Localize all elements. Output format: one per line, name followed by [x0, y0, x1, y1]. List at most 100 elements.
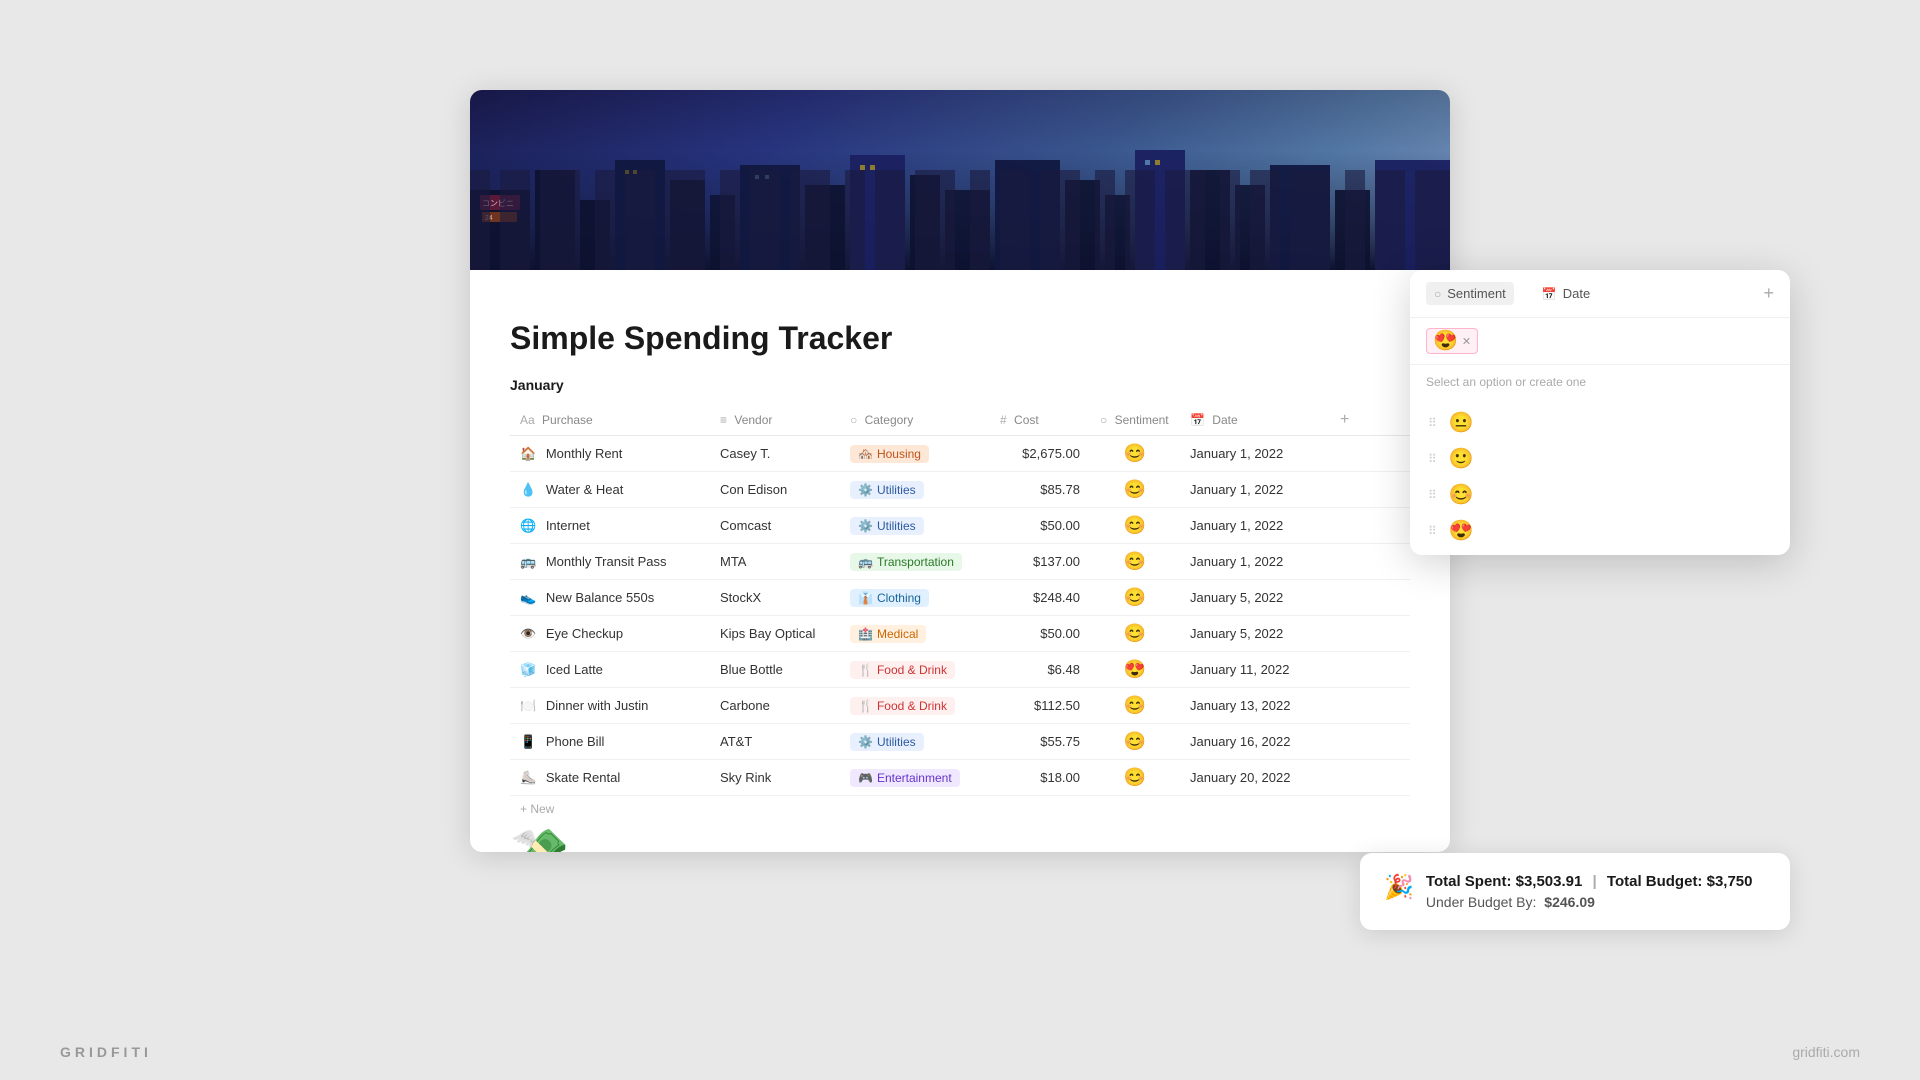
cell-category[interactable]: ⚙️ Utilities: [840, 472, 990, 508]
page-content: Simple Spending Tracker January Aa Purch…: [470, 270, 1450, 852]
popup-header: ○ Sentiment 📅 Date +: [1410, 270, 1790, 318]
date-tab-icon: 📅: [1542, 287, 1557, 301]
cell-category[interactable]: 🎮 Entertainment: [840, 760, 990, 796]
cell-extra: [1330, 688, 1410, 724]
select-hint: Select an option or create one: [1410, 365, 1790, 399]
table-row[interactable]: 🚌 Monthly Transit Pass MTA 🚌 Transportat…: [510, 544, 1410, 580]
cell-sentiment[interactable]: 😊: [1090, 436, 1180, 472]
sentiment-emoji-ok: 🙂: [1449, 449, 1474, 469]
sentiment-search-input[interactable]: [1486, 334, 1774, 349]
page-title: Simple Spending Tracker: [510, 320, 1410, 357]
category-label: Medical: [877, 627, 918, 641]
category-tag[interactable]: 🏘️ Housing: [850, 445, 929, 463]
cell-sentiment[interactable]: 😊: [1090, 472, 1180, 508]
category-tag[interactable]: 🎮 Entertainment: [850, 769, 960, 787]
drag-handle-icon: ⠿: [1428, 416, 1437, 430]
cell-sentiment[interactable]: 😊: [1090, 688, 1180, 724]
cell-purchase: 👁️ Eye Checkup: [510, 616, 710, 652]
cell-category[interactable]: 🏥 Medical: [840, 616, 990, 652]
purchase-name: Internet: [546, 518, 590, 533]
th-cost: # Cost: [990, 405, 1090, 436]
category-tag[interactable]: 🍴 Food & Drink: [850, 661, 955, 679]
sentiment-option-happy[interactable]: ⠿ 😊: [1418, 477, 1782, 513]
popup-tab-date[interactable]: 📅 Date: [1534, 282, 1598, 305]
th-add[interactable]: +: [1330, 405, 1410, 436]
cell-category[interactable]: 🍴 Food & Drink: [840, 688, 990, 724]
th-purchase-icon: Aa: [520, 413, 535, 427]
cell-cost: $248.40: [990, 580, 1090, 616]
table-row[interactable]: 💧 Water & Heat Con Edison ⚙️ Utilities $…: [510, 472, 1410, 508]
category-tag[interactable]: ⚙️ Utilities: [850, 517, 924, 535]
cell-cost: $55.75: [990, 724, 1090, 760]
cell-category[interactable]: 🚌 Transportation: [840, 544, 990, 580]
cell-vendor: Casey T.: [710, 436, 840, 472]
table-row[interactable]: 🏠 Monthly Rent Casey T. 🏘️ Housing $2,67…: [510, 436, 1410, 472]
sentiment-emoji-neutral: 😐: [1449, 413, 1474, 433]
table-row[interactable]: 🍽️ Dinner with Justin Carbone 🍴 Food & D…: [510, 688, 1410, 724]
category-icon: 🏘️: [858, 447, 873, 461]
selected-emoji: 😍: [1433, 331, 1458, 351]
cell-sentiment[interactable]: 😊: [1090, 580, 1180, 616]
category-label: Food & Drink: [877, 663, 947, 677]
category-tag[interactable]: 🍴 Food & Drink: [850, 697, 955, 715]
row-icon: 🌐: [520, 518, 536, 533]
sentiment-selected-tag[interactable]: 😍 ✕: [1426, 328, 1478, 354]
category-tag[interactable]: ⚙️ Utilities: [850, 733, 924, 751]
cell-purchase: 🚌 Monthly Transit Pass: [510, 544, 710, 580]
table-row[interactable]: 👁️ Eye Checkup Kips Bay Optical 🏥 Medica…: [510, 616, 1410, 652]
cell-category[interactable]: ⚙️ Utilities: [840, 508, 990, 544]
th-purchase: Aa Purchase: [510, 405, 710, 436]
hero-image: コンビニ 24: [470, 90, 1450, 270]
sentiment-options: ⠿ 😐 ⠿ 🙂 ⠿ 😊 ⠿ 😍: [1410, 399, 1790, 555]
table-row[interactable]: 🌐 Internet Comcast ⚙️ Utilities $50.00 😊…: [510, 508, 1410, 544]
popup-add-button[interactable]: +: [1763, 283, 1774, 304]
category-icon: ⚙️: [858, 735, 873, 749]
drag-handle-icon: ⠿: [1428, 524, 1437, 538]
cell-category[interactable]: ⚙️ Utilities: [840, 724, 990, 760]
cell-cost: $85.78: [990, 472, 1090, 508]
category-label: Utilities: [877, 735, 916, 749]
close-tag-button[interactable]: ✕: [1462, 335, 1471, 348]
budget-subtitle-line: Under Budget By: $246.09: [1426, 894, 1753, 910]
cell-extra: [1330, 580, 1410, 616]
cell-category[interactable]: 🍴 Food & Drink: [840, 652, 990, 688]
th-cost-icon: #: [1000, 413, 1007, 427]
cell-category[interactable]: 👔 Clothing: [840, 580, 990, 616]
cell-cost: $50.00: [990, 508, 1090, 544]
add-row-button[interactable]: + New: [510, 796, 1410, 822]
category-tag[interactable]: ⚙️ Utilities: [850, 481, 924, 499]
cell-date: January 1, 2022: [1180, 436, 1330, 472]
purchase-name: Skate Rental: [546, 770, 620, 785]
purchase-name: Phone Bill: [546, 734, 605, 749]
cell-sentiment[interactable]: 😊: [1090, 760, 1180, 796]
sentiment-option-neutral[interactable]: ⠿ 😐: [1418, 405, 1782, 441]
cell-cost: $6.48: [990, 652, 1090, 688]
table-row[interactable]: 🧊 Iced Latte Blue Bottle 🍴 Food & Drink …: [510, 652, 1410, 688]
cell-sentiment[interactable]: 😊: [1090, 508, 1180, 544]
sentiment-option-ok[interactable]: ⠿ 🙂: [1418, 441, 1782, 477]
popup-tab-sentiment[interactable]: ○ Sentiment: [1426, 282, 1514, 305]
cell-category[interactable]: 🏘️ Housing: [840, 436, 990, 472]
category-tag[interactable]: 👔 Clothing: [850, 589, 929, 607]
drag-handle-icon: ⠿: [1428, 488, 1437, 502]
cell-date: January 11, 2022: [1180, 652, 1330, 688]
sentiment-option-love[interactable]: ⠿ 😍: [1418, 513, 1782, 549]
cell-extra: [1330, 472, 1410, 508]
cell-sentiment[interactable]: 😊: [1090, 724, 1180, 760]
category-icon: ⚙️: [858, 483, 873, 497]
cell-vendor: MTA: [710, 544, 840, 580]
main-wrapper: コンビニ 24 💸 Simple Spending Tracker Januar…: [110, 90, 1810, 990]
category-icon: 👔: [858, 591, 873, 605]
table-row[interactable]: 📱 Phone Bill AT&T ⚙️ Utilities $55.75 😊 …: [510, 724, 1410, 760]
cell-vendor: StockX: [710, 580, 840, 616]
row-icon: 👟: [520, 590, 536, 605]
category-tag[interactable]: 🚌 Transportation: [850, 553, 962, 571]
cell-sentiment[interactable]: 😊: [1090, 544, 1180, 580]
table-row[interactable]: 👟 New Balance 550s StockX 👔 Clothing $24…: [510, 580, 1410, 616]
table-row[interactable]: ⛸️ Skate Rental Sky Rink 🎮 Entertainment…: [510, 760, 1410, 796]
cell-sentiment[interactable]: 😍: [1090, 652, 1180, 688]
sentiment-tab-icon: ○: [1434, 287, 1441, 301]
svg-text:コンビニ: コンビニ: [482, 199, 514, 208]
category-tag[interactable]: 🏥 Medical: [850, 625, 926, 643]
cell-sentiment[interactable]: 😊: [1090, 616, 1180, 652]
